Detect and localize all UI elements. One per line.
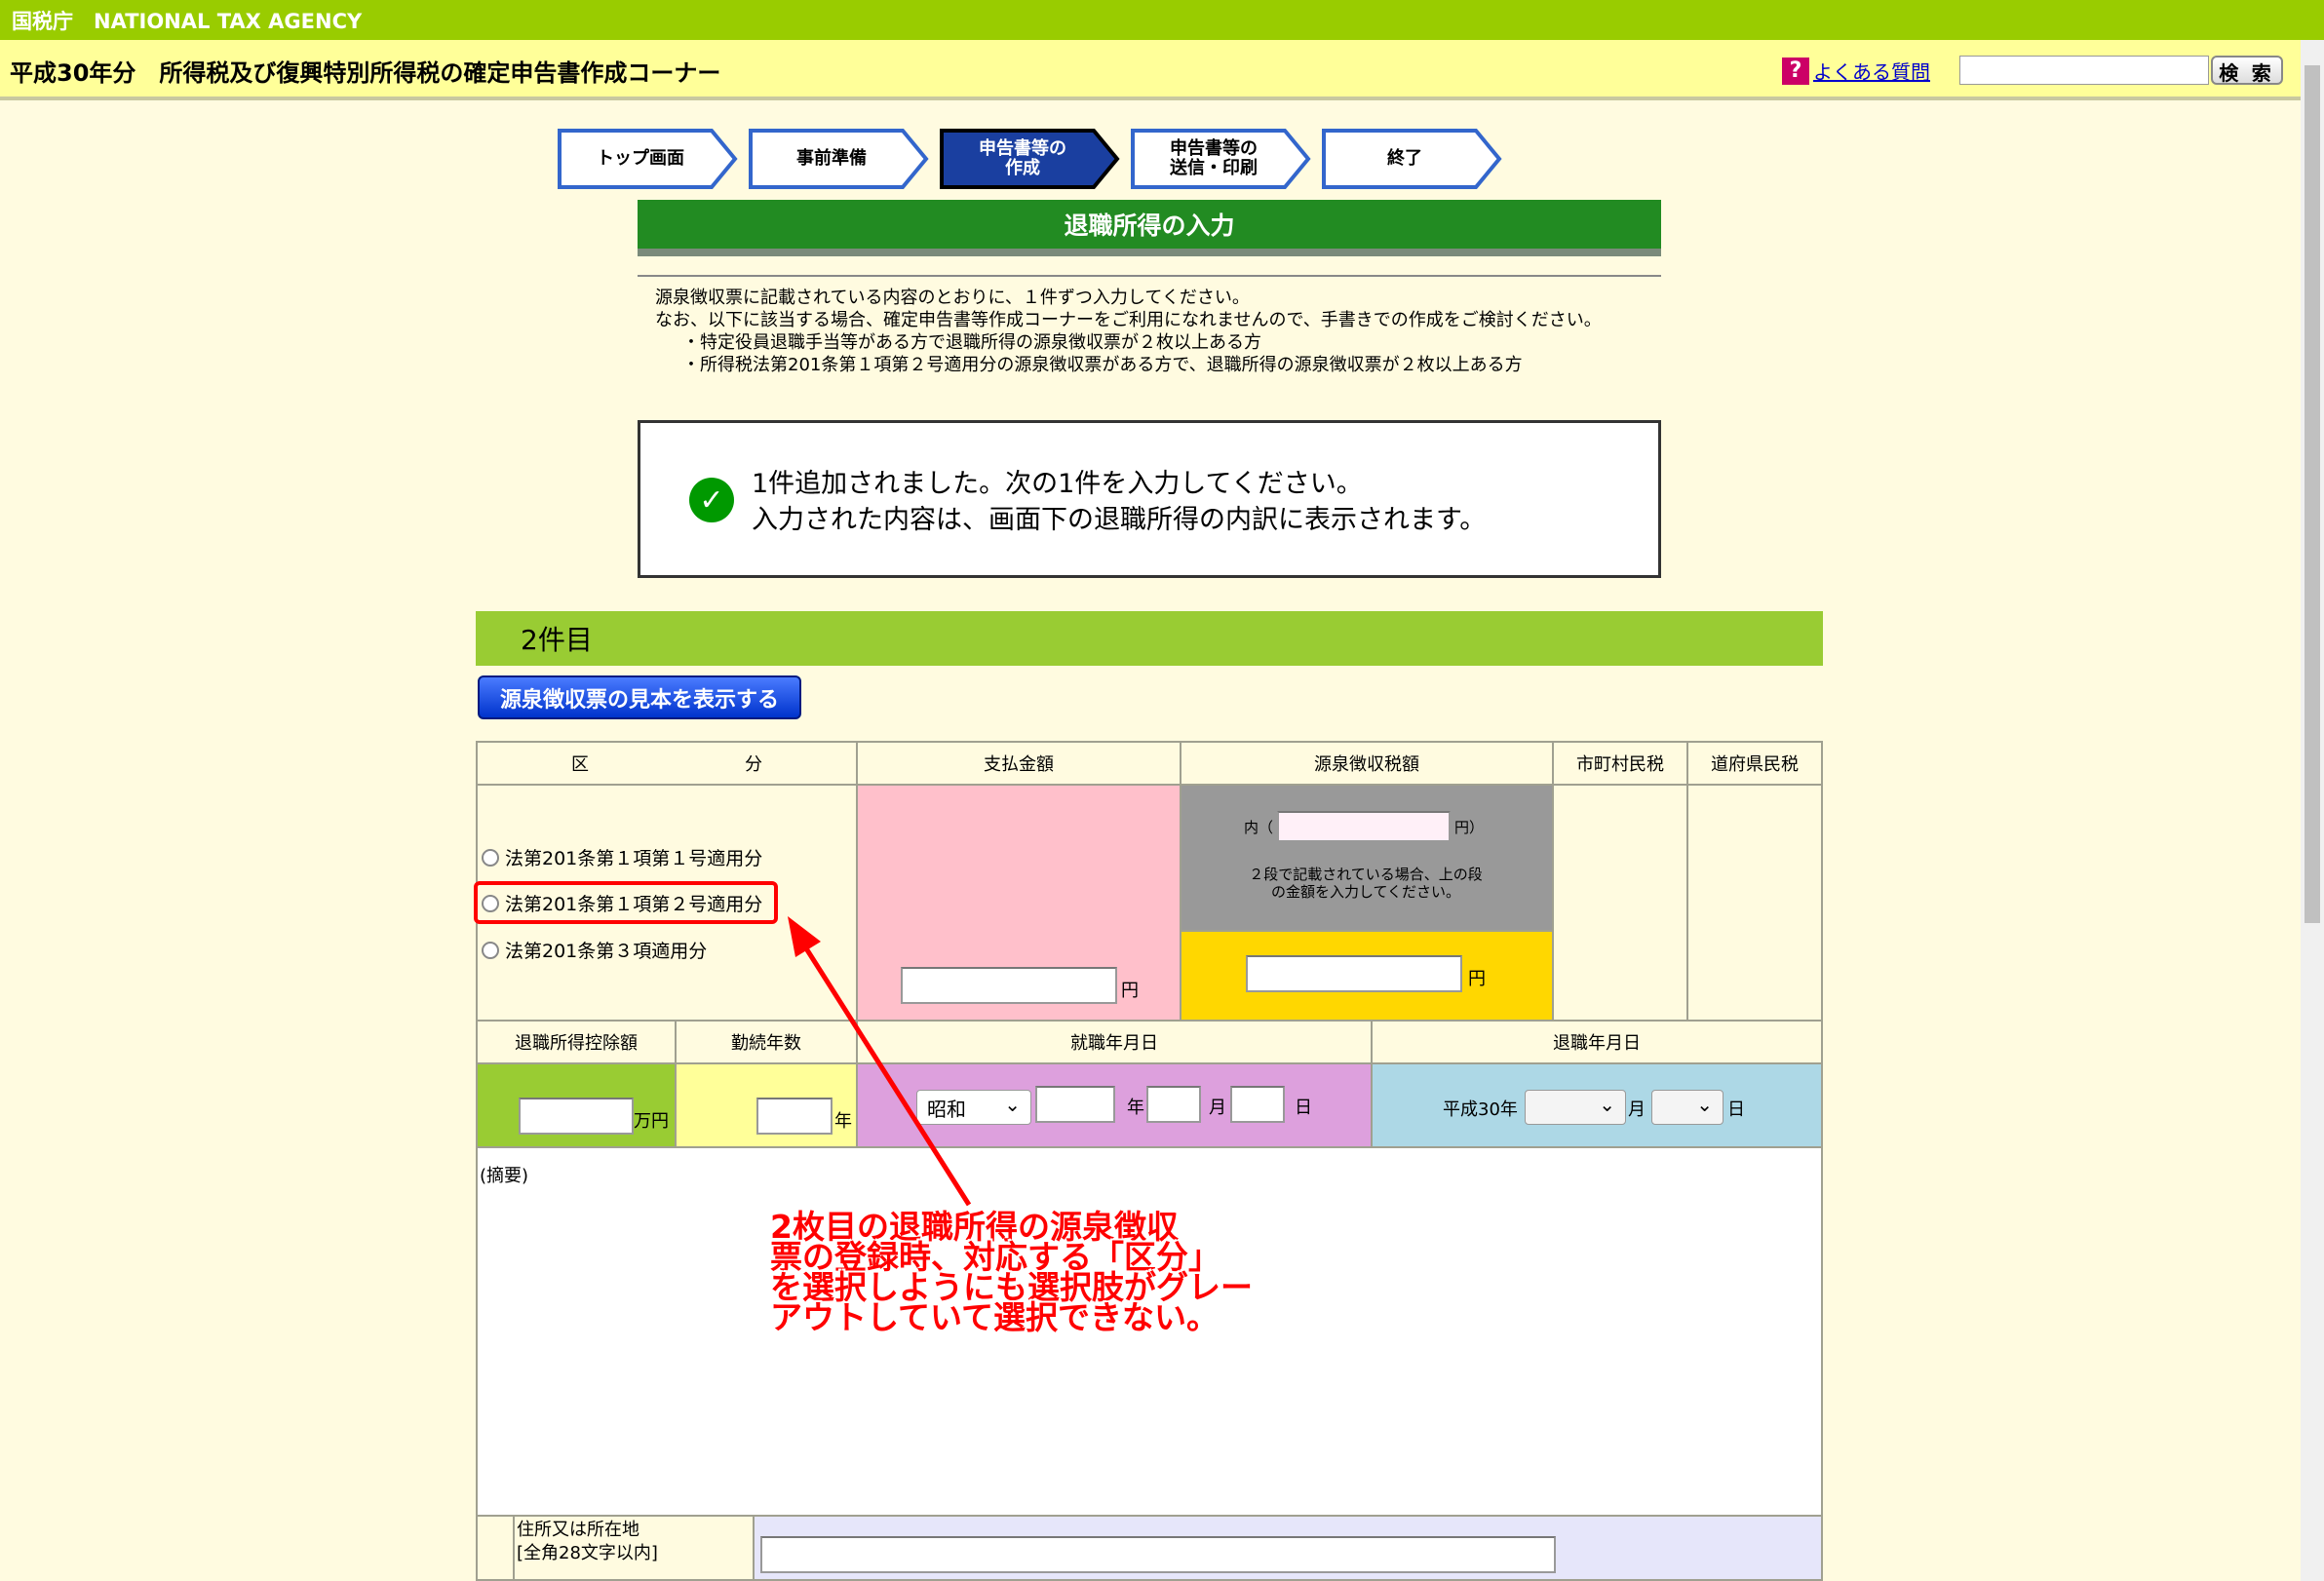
annotation-arrow xyxy=(788,916,972,1207)
scrollbar[interactable] xyxy=(2301,40,2324,1581)
scrollbar-thumb[interactable] xyxy=(2305,65,2320,923)
annotation-text: 2枚目の退職所得の源泉徴収 票の登録時、対応する「区分」 を選択しようにも選択肢… xyxy=(770,1208,1253,1336)
